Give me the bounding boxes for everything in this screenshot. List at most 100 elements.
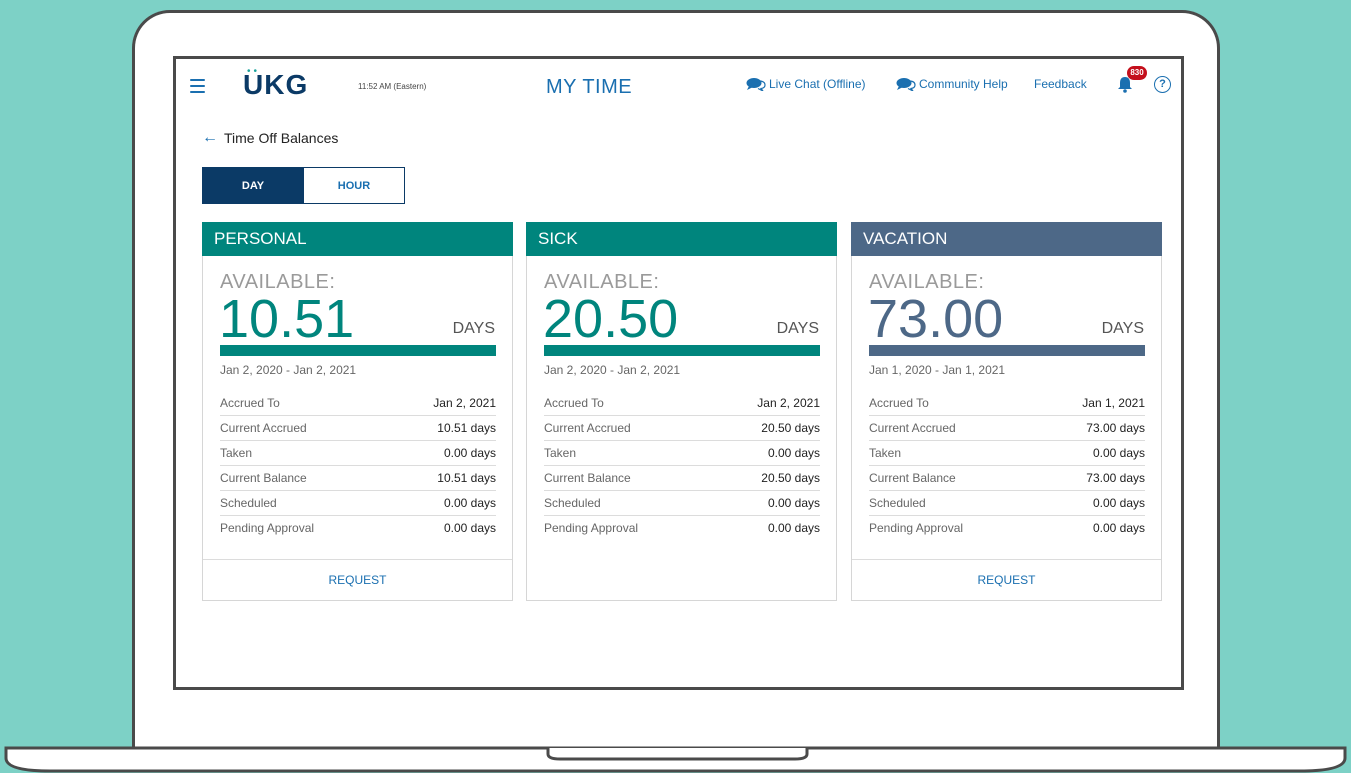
balance-details: Accrued To Jan 1, 2021 Current Accrued 73.… (869, 391, 1145, 540)
detail-value: 20.50 days (761, 471, 820, 485)
detail-label: Taken (220, 446, 253, 460)
detail-row: Accrued To Jan 1, 2021 (869, 391, 1145, 416)
detail-value: 0.00 days (1092, 446, 1145, 460)
detail-label: Pending Approval (544, 521, 639, 535)
detail-value: Jan 1, 2021 (1082, 396, 1145, 410)
detail-row: Pending Approval 0.00 days (544, 516, 820, 540)
request-button[interactable]: REQUEST (203, 559, 512, 600)
detail-label: Current Balance (220, 471, 307, 485)
detail-label: Taken (869, 446, 902, 460)
detail-label: Scheduled (544, 496, 601, 510)
chat-icon (746, 78, 766, 91)
detail-value: 0.00 days (443, 496, 496, 510)
detail-row: Accrued To Jan 2, 2021 (544, 391, 820, 416)
detail-row: Current Accrued 10.51 days (220, 416, 496, 441)
top-bar: •• UKG 11:52 AM (Eastern) MY TIME Live C… (176, 59, 1181, 117)
balance-bar (869, 345, 1145, 356)
detail-label: Current Balance (544, 471, 631, 485)
app-title: MY TIME (546, 76, 633, 98)
card-title: VACATION (851, 222, 1162, 256)
feedback-link[interactable]: Feedback (1034, 77, 1087, 91)
toggle-hour[interactable]: HOUR (303, 168, 404, 203)
balance-bar (544, 345, 820, 356)
detail-value: 20.50 days (761, 421, 820, 435)
help-icon[interactable]: ? (1154, 76, 1171, 93)
detail-row: Taken 0.00 days (220, 441, 496, 466)
detail-label: Accrued To (544, 396, 604, 410)
detail-row: Scheduled 0.00 days (544, 491, 820, 516)
ukg-logo: UKG (243, 69, 309, 100)
unit-toggle: DAY HOUR (202, 167, 405, 204)
detail-value: 0.00 days (767, 496, 820, 510)
detail-row: Current Accrued 73.00 days (869, 416, 1145, 441)
accrual-period: Jan 2, 2020 - Jan 2, 2021 (544, 363, 681, 377)
laptop-base (4, 746, 1347, 773)
current-time: 11:52 AM (Eastern) (358, 82, 427, 91)
feedback-label: Feedback (1034, 77, 1087, 91)
detail-value: 73.00 days (1086, 471, 1145, 485)
notification-badge: 830 (1127, 66, 1147, 80)
balance-bar (220, 345, 496, 356)
detail-value: 10.51 days (437, 471, 496, 485)
balance-card-sick: SICK AVAILABLE: 20.50 DAYS Jan 2, 2020 -… (526, 222, 837, 601)
toggle-day[interactable]: DAY (203, 168, 303, 203)
balance-details: Accrued To Jan 2, 2021 Current Accrued 10.… (220, 391, 496, 540)
detail-row: Current Balance 10.51 days (220, 466, 496, 491)
detail-value: 10.51 days (437, 421, 496, 435)
balance-card-vacation: VACATION AVAILABLE: 73.00 DAYS Jan 1, 20… (851, 222, 1162, 601)
detail-row: Accrued To Jan 2, 2021 (220, 391, 496, 416)
detail-value: 0.00 days (1092, 521, 1145, 535)
detail-label: Scheduled (220, 496, 277, 510)
page-title: Time Off Balances (224, 130, 339, 146)
detail-value: 0.00 days (443, 446, 496, 460)
detail-value: 0.00 days (443, 521, 496, 535)
detail-row: Pending Approval 0.00 days (220, 516, 496, 540)
community-help-link[interactable]: Community Help (896, 77, 1008, 91)
detail-value: 0.00 days (767, 446, 820, 460)
card-footer (527, 559, 836, 600)
detail-value: 73.00 days (1086, 421, 1145, 435)
community-help-label: Community Help (919, 77, 1008, 91)
available-unit: DAYS (1101, 320, 1144, 337)
available-value: 10.51 (219, 289, 355, 349)
chat-icon (896, 78, 916, 91)
detail-row: Current Balance 20.50 days (544, 466, 820, 491)
detail-value: 0.00 days (1092, 496, 1145, 510)
card-title: PERSONAL (202, 222, 513, 256)
available-unit: DAYS (452, 320, 495, 337)
card-title: SICK (526, 222, 837, 256)
back-arrow-icon: ← (202, 129, 218, 146)
detail-label: Scheduled (869, 496, 926, 510)
detail-label: Current Accrued (869, 421, 956, 435)
back-button[interactable]: ← Time Off Balances (202, 129, 339, 147)
detail-label: Pending Approval (869, 521, 964, 535)
detail-label: Current Balance (869, 471, 956, 485)
available-value: 20.50 (543, 289, 679, 349)
detail-value: Jan 2, 2021 (433, 396, 496, 410)
detail-value: Jan 2, 2021 (757, 396, 820, 410)
detail-row: Scheduled 0.00 days (869, 491, 1145, 516)
accrual-period: Jan 2, 2020 - Jan 2, 2021 (220, 363, 357, 377)
available-value: 73.00 (868, 289, 1004, 349)
detail-value: 0.00 days (767, 521, 820, 535)
detail-label: Current Accrued (220, 421, 307, 435)
detail-label: Accrued To (869, 396, 929, 410)
balance-details: Accrued To Jan 2, 2021 Current Accrued 20.… (544, 391, 820, 540)
balance-card-personal: PERSONAL AVAILABLE: 10.51 DAYS Jan 2, 20… (202, 222, 513, 601)
menu-icon[interactable] (190, 79, 205, 97)
detail-label: Pending Approval (220, 521, 315, 535)
live-chat-label: Live Chat (Offline) (769, 77, 866, 91)
accrual-period: Jan 1, 2020 - Jan 1, 2021 (869, 363, 1006, 377)
detail-row: Scheduled 0.00 days (220, 491, 496, 516)
detail-row: Pending Approval 0.00 days (869, 516, 1145, 540)
detail-label: Accrued To (220, 396, 280, 410)
detail-label: Current Accrued (544, 421, 631, 435)
detail-row: Taken 0.00 days (869, 441, 1145, 466)
detail-label: Taken (544, 446, 577, 460)
app-screen: •• UKG 11:52 AM (Eastern) MY TIME Live C… (173, 56, 1184, 690)
detail-row: Current Balance 73.00 days (869, 466, 1145, 491)
request-button[interactable]: REQUEST (852, 559, 1161, 600)
live-chat-link[interactable]: Live Chat (Offline) (746, 77, 866, 91)
detail-row: Current Accrued 20.50 days (544, 416, 820, 441)
available-unit: DAYS (776, 320, 819, 337)
